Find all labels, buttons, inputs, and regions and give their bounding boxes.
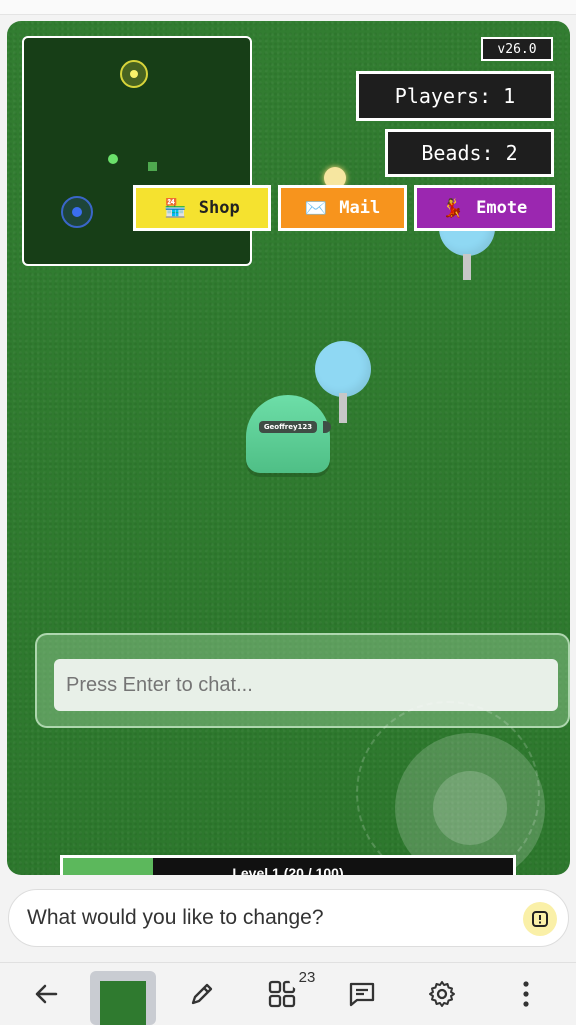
minimap-target-dot — [130, 70, 138, 78]
emote-button[interactable]: 💃 Emote — [414, 185, 555, 231]
shop-button-label: Shop — [198, 198, 240, 218]
mail-button-label: Mail — [339, 198, 381, 218]
beads-count: Beads: 2 — [385, 129, 554, 177]
settings-gear-icon[interactable] — [418, 963, 466, 1025]
minimap — [22, 36, 252, 266]
minimap-player-dot — [108, 154, 118, 164]
emote-icon: 💃 — [441, 197, 465, 219]
emote-button-label: Emote — [476, 198, 528, 218]
prompt-placeholder: What would you like to change? — [27, 906, 324, 929]
top-status-strip — [0, 0, 576, 15]
player-ear — [323, 421, 331, 433]
shop-icon: 🏪 — [164, 197, 187, 219]
preview-thumbnail-image — [100, 981, 146, 1025]
level-progress-bar: Level 1 (20 / 100) — [60, 855, 516, 875]
pencil-icon[interactable] — [178, 963, 226, 1025]
more-vertical-icon[interactable] — [502, 963, 550, 1025]
shop-button[interactable]: 🏪 Shop — [133, 185, 271, 231]
player-body — [246, 395, 330, 473]
player-name-tag: Geoffrey123 — [259, 421, 317, 433]
minimap-home-dot — [72, 207, 82, 217]
mail-button[interactable]: ✉️ Mail — [278, 185, 407, 231]
minimap-object-square — [148, 162, 157, 171]
mail-icon: ✉️ — [304, 197, 328, 219]
version-label: v26.0 — [481, 37, 553, 61]
joystick-knob[interactable] — [433, 771, 507, 845]
back-arrow-icon[interactable] — [22, 963, 70, 1025]
chat-input[interactable] — [54, 659, 558, 711]
change-prompt-input[interactable]: What would you like to change? — [8, 889, 569, 947]
players-count: Players: 1 — [356, 71, 554, 121]
chat-icon[interactable] — [338, 963, 386, 1025]
grid-count-badge: 23 — [289, 966, 325, 990]
feedback-warning-icon[interactable] — [523, 902, 557, 936]
game-canvas[interactable]: v26.0 Players: 1 Beads: 2 🏪 Shop ✉️ Mail… — [7, 21, 570, 875]
preview-thumbnail[interactable] — [90, 971, 156, 1025]
player-character: Geoffrey123 — [246, 395, 331, 473]
bottom-navigation: 23 — [0, 962, 576, 1025]
level-label: Level 1 (20 / 100) — [232, 865, 344, 875]
